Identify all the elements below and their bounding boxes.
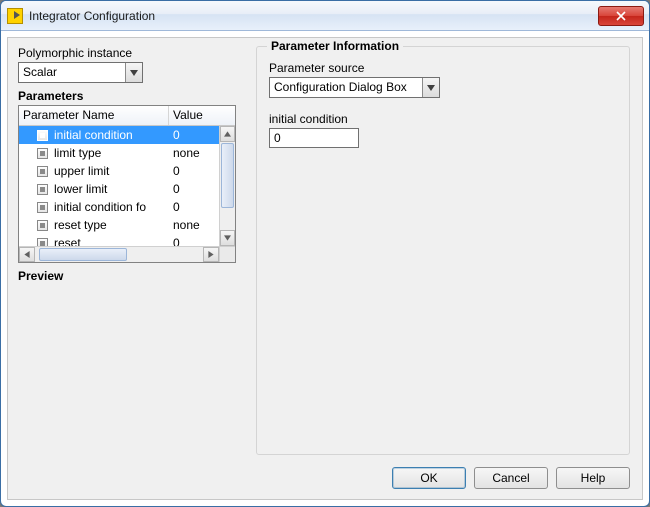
param-source-label: Parameter source bbox=[269, 61, 617, 75]
scroll-down-button[interactable] bbox=[220, 230, 235, 246]
scroll-up-button[interactable] bbox=[220, 126, 235, 142]
help-button[interactable]: Help bbox=[556, 467, 630, 489]
dialog-window: Integrator Configuration Polymorphic ins… bbox=[0, 0, 650, 507]
parameters-heading: Parameters bbox=[18, 89, 238, 103]
param-source-value: Configuration Dialog Box bbox=[270, 78, 422, 97]
poly-instance-value: Scalar bbox=[19, 63, 125, 82]
table-row[interactable]: reset 0 bbox=[19, 234, 219, 246]
param-name-cell: reset bbox=[19, 236, 169, 246]
table-row[interactable]: reset type none bbox=[19, 216, 219, 234]
close-button[interactable] bbox=[598, 6, 644, 26]
left-pane: Polymorphic instance Scalar Parameters P… bbox=[18, 46, 238, 455]
param-value-cell: 0 bbox=[169, 128, 219, 142]
scroll-right-button[interactable] bbox=[203, 247, 219, 262]
initial-condition-input[interactable] bbox=[269, 128, 359, 148]
title-bar: Integrator Configuration bbox=[1, 1, 649, 31]
table-row[interactable]: lower limit 0 bbox=[19, 180, 219, 198]
param-value-cell: 0 bbox=[169, 236, 219, 246]
param-value-cell: 0 bbox=[169, 200, 219, 214]
param-name-text: lower limit bbox=[54, 182, 107, 196]
param-name-cell: upper limit bbox=[19, 164, 169, 178]
parameter-info-group: Parameter Information Parameter source C… bbox=[256, 46, 630, 455]
table-row[interactable]: initial condition 0 bbox=[19, 126, 219, 144]
param-value-cell: none bbox=[169, 146, 219, 160]
param-name-text: reset type bbox=[54, 218, 107, 232]
row-glyph-icon bbox=[37, 220, 48, 231]
app-icon bbox=[7, 8, 23, 24]
parameters-header: Parameter Name Value bbox=[19, 106, 235, 126]
param-name-cell: initial condition bbox=[19, 128, 169, 142]
chevron-down-icon bbox=[427, 85, 435, 91]
chevron-right-icon bbox=[208, 251, 214, 258]
param-name-text: limit type bbox=[54, 146, 101, 160]
poly-instance-dropdown-button[interactable] bbox=[125, 63, 142, 82]
param-name-cell: reset type bbox=[19, 218, 169, 232]
ok-button[interactable]: OK bbox=[392, 467, 466, 489]
col-name-header[interactable]: Parameter Name bbox=[19, 106, 169, 125]
chevron-down-icon bbox=[224, 235, 231, 241]
window-title: Integrator Configuration bbox=[29, 9, 155, 23]
cancel-button[interactable]: Cancel bbox=[474, 467, 548, 489]
param-name-text: upper limit bbox=[54, 164, 109, 178]
parameter-info-legend: Parameter Information bbox=[267, 39, 403, 53]
horizontal-scroll-thumb[interactable] bbox=[39, 248, 127, 261]
param-value-cell: none bbox=[169, 218, 219, 232]
row-glyph-icon bbox=[37, 202, 48, 213]
param-name-cell: lower limit bbox=[19, 182, 169, 196]
row-glyph-icon bbox=[37, 148, 48, 159]
close-icon bbox=[616, 11, 626, 21]
poly-instance-combo[interactable]: Scalar bbox=[18, 62, 143, 83]
table-row[interactable]: initial condition fo 0 bbox=[19, 198, 219, 216]
table-row[interactable]: upper limit 0 bbox=[19, 162, 219, 180]
vertical-scroll-thumb[interactable] bbox=[221, 143, 234, 208]
row-glyph-icon bbox=[37, 238, 48, 247]
param-source-combo[interactable]: Configuration Dialog Box bbox=[269, 77, 440, 98]
chevron-left-icon bbox=[24, 251, 30, 258]
vertical-scrollbar[interactable] bbox=[219, 126, 235, 246]
col-value-header[interactable]: Value bbox=[169, 106, 235, 125]
scroll-left-button[interactable] bbox=[19, 247, 35, 262]
table-row[interactable]: limit type none bbox=[19, 144, 219, 162]
initial-condition-label: initial condition bbox=[269, 112, 617, 126]
param-source-dropdown-button[interactable] bbox=[422, 78, 439, 97]
client-area: Polymorphic instance Scalar Parameters P… bbox=[7, 37, 643, 500]
param-name-cell: limit type bbox=[19, 146, 169, 160]
horizontal-scrollbar[interactable] bbox=[19, 246, 235, 262]
chevron-down-icon bbox=[130, 70, 138, 76]
row-glyph-icon bbox=[37, 166, 48, 177]
row-glyph-icon bbox=[37, 130, 48, 141]
parameters-table: Parameter Name Value initial condition0l… bbox=[18, 105, 236, 263]
scroll-corner bbox=[219, 247, 235, 262]
right-pane: Parameter Information Parameter source C… bbox=[256, 46, 630, 455]
param-name-text: initial condition bbox=[54, 128, 133, 142]
preview-heading: Preview bbox=[18, 269, 238, 283]
param-value-cell: 0 bbox=[169, 182, 219, 196]
chevron-up-icon bbox=[224, 131, 231, 137]
parameters-body: initial condition 0 limit type none upper li… bbox=[19, 126, 219, 246]
poly-instance-label: Polymorphic instance bbox=[18, 46, 238, 60]
row-glyph-icon bbox=[37, 184, 48, 195]
param-name-text: initial condition fo bbox=[54, 200, 146, 214]
param-name-cell: initial condition fo bbox=[19, 200, 169, 214]
dialog-button-row: OK Cancel Help bbox=[392, 467, 630, 489]
param-value-cell: 0 bbox=[169, 164, 219, 178]
param-name-text: reset bbox=[54, 236, 81, 246]
